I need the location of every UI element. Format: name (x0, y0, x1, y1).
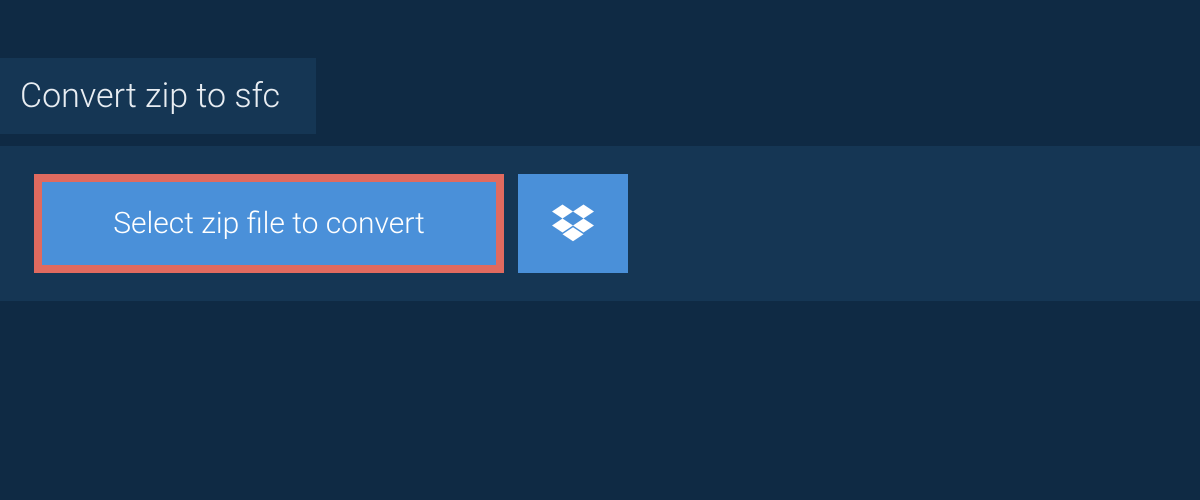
dropbox-button[interactable] (518, 174, 628, 273)
upload-panel: Select zip file to convert (0, 146, 1200, 301)
page-title-tab: Convert zip to sfc (0, 58, 316, 134)
upload-button-row: Select zip file to convert (34, 174, 1166, 273)
select-file-label: Select zip file to convert (113, 206, 424, 241)
page-title: Convert zip to sfc (20, 76, 280, 116)
select-file-button[interactable]: Select zip file to convert (34, 174, 504, 273)
conversion-page: Convert zip to sfc Select zip file to co… (0, 0, 1200, 500)
dropbox-icon (552, 201, 594, 247)
